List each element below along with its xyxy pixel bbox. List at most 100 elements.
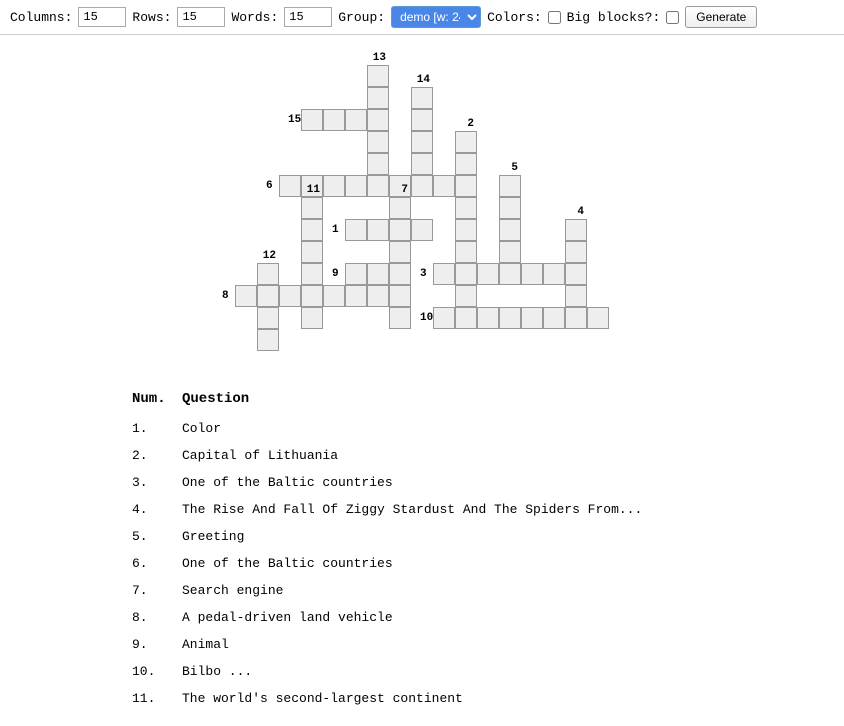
grid-empty	[279, 65, 301, 87]
grid-cell[interactable]	[301, 307, 323, 329]
grid-cell[interactable]	[565, 285, 587, 307]
generate-button[interactable]: Generate	[685, 6, 757, 28]
grid-empty	[367, 329, 389, 351]
grid-cell[interactable]: 14	[411, 87, 433, 109]
grid-cell[interactable]	[455, 219, 477, 241]
grid-cell[interactable]	[389, 219, 411, 241]
grid-cell[interactable]	[587, 307, 609, 329]
grid-empty	[543, 219, 565, 241]
grid-cell[interactable]	[499, 263, 521, 285]
grid-cell[interactable]	[499, 197, 521, 219]
grid-cell[interactable]	[367, 219, 389, 241]
grid-cell[interactable]	[477, 263, 499, 285]
grid-cell[interactable]	[367, 175, 389, 197]
columns-input[interactable]	[78, 7, 126, 27]
grid-cell[interactable]	[367, 109, 389, 131]
grid-cell[interactable]	[499, 307, 521, 329]
grid-cell[interactable]	[389, 285, 411, 307]
grid-cell[interactable]: 4	[565, 219, 587, 241]
grid-cell[interactable]	[301, 241, 323, 263]
rows-input[interactable]	[177, 7, 225, 27]
grid-cell[interactable]	[345, 175, 367, 197]
grid-cell[interactable]	[455, 285, 477, 307]
grid-empty	[565, 109, 587, 131]
grid-cell[interactable]	[279, 285, 301, 307]
cell-number: 8	[222, 290, 229, 302]
grid-cell[interactable]: 9	[345, 263, 367, 285]
grid-cell[interactable]: 1	[345, 219, 367, 241]
grid-cell[interactable]	[521, 307, 543, 329]
grid-cell[interactable]	[257, 329, 279, 351]
grid-empty	[565, 175, 587, 197]
grid-cell[interactable]	[455, 307, 477, 329]
grid-cell[interactable]	[411, 175, 433, 197]
grid-cell[interactable]	[543, 307, 565, 329]
grid-cell[interactable]: 5	[499, 175, 521, 197]
grid-empty	[433, 65, 455, 87]
grid-cell[interactable]	[455, 241, 477, 263]
clue-text: Greeting	[182, 529, 712, 544]
words-input[interactable]	[284, 7, 332, 27]
grid-cell[interactable]	[367, 131, 389, 153]
grid-cell[interactable]	[323, 175, 345, 197]
grid-cell[interactable]	[367, 153, 389, 175]
grid-cell[interactable]: 13	[367, 65, 389, 87]
grid-cell[interactable]	[565, 241, 587, 263]
grid-cell[interactable]	[367, 263, 389, 285]
grid-cell[interactable]	[565, 263, 587, 285]
grid-cell[interactable]	[323, 109, 345, 131]
group-select[interactable]: demo [w: 24]	[391, 6, 481, 28]
grid-empty	[235, 109, 257, 131]
grid-cell[interactable]	[411, 109, 433, 131]
grid-cell[interactable]	[455, 197, 477, 219]
grid-cell[interactable]	[389, 307, 411, 329]
cell-number: 3	[420, 268, 427, 280]
bigblocks-checkbox[interactable]	[666, 11, 679, 24]
grid-cell[interactable]	[345, 109, 367, 131]
grid-cell[interactable]: 2	[455, 131, 477, 153]
grid-empty	[279, 329, 301, 351]
grid-empty	[543, 285, 565, 307]
colors-checkbox[interactable]	[548, 11, 561, 24]
grid-cell[interactable]	[411, 131, 433, 153]
grid-cell[interactable]	[323, 285, 345, 307]
grid-cell[interactable]	[455, 153, 477, 175]
grid-cell[interactable]	[257, 307, 279, 329]
grid-cell[interactable]	[477, 307, 499, 329]
grid-empty	[587, 197, 609, 219]
toolbar: Columns: Rows: Words: Group: demo [w: 24…	[0, 0, 844, 35]
grid-cell[interactable]: 3	[433, 263, 455, 285]
grid-cell[interactable]: 7	[389, 197, 411, 219]
grid-cell[interactable]	[565, 307, 587, 329]
grid-cell[interactable]	[389, 263, 411, 285]
grid-cell[interactable]	[521, 263, 543, 285]
grid-empty	[543, 241, 565, 263]
grid-empty	[477, 131, 499, 153]
grid-empty	[389, 65, 411, 87]
grid-cell[interactable]: 8	[235, 285, 257, 307]
grid-cell[interactable]	[367, 87, 389, 109]
grid-cell[interactable]	[301, 285, 323, 307]
grid-cell[interactable]	[455, 263, 477, 285]
grid-cell[interactable]	[257, 285, 279, 307]
grid-empty	[279, 219, 301, 241]
grid-cell[interactable]	[411, 219, 433, 241]
grid-empty	[433, 197, 455, 219]
grid-cell[interactable]: 6	[279, 175, 301, 197]
grid-cell[interactable]	[499, 241, 521, 263]
grid-cell[interactable]: 10	[433, 307, 455, 329]
grid-cell[interactable]	[455, 175, 477, 197]
grid-empty	[587, 263, 609, 285]
grid-cell[interactable]: 15	[301, 109, 323, 131]
grid-cell[interactable]: 12	[257, 263, 279, 285]
grid-cell[interactable]: 11	[301, 197, 323, 219]
grid-cell[interactable]	[433, 175, 455, 197]
grid-cell[interactable]	[499, 219, 521, 241]
grid-cell[interactable]	[411, 153, 433, 175]
grid-cell[interactable]	[345, 285, 367, 307]
grid-cell[interactable]	[389, 241, 411, 263]
grid-cell[interactable]	[301, 219, 323, 241]
grid-cell[interactable]	[301, 263, 323, 285]
grid-cell[interactable]	[543, 263, 565, 285]
grid-cell[interactable]	[367, 285, 389, 307]
